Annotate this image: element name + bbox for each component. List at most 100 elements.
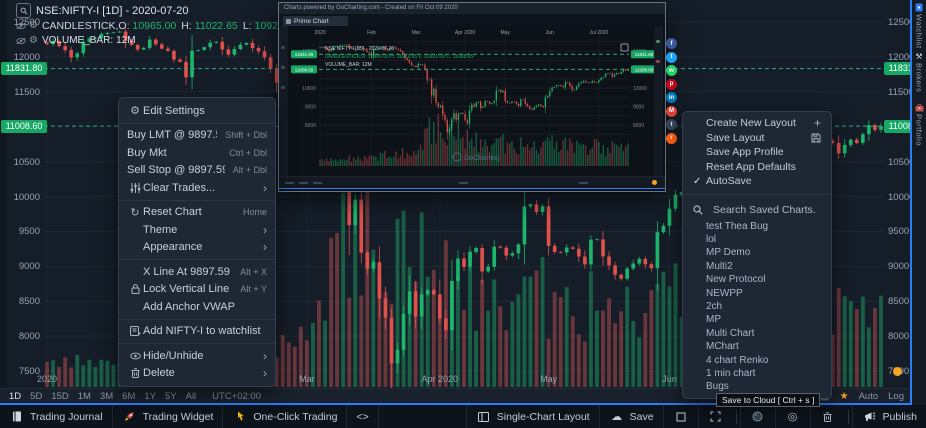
svg-text:Jul 2020: Jul 2020 bbox=[589, 30, 608, 36]
timeframe-5y[interactable]: 5Y bbox=[165, 391, 177, 402]
timeframe-all[interactable]: All bbox=[186, 391, 197, 402]
search-input[interactable] bbox=[711, 203, 825, 217]
button-label: Publish bbox=[883, 411, 917, 423]
eye-slash-icon[interactable] bbox=[16, 37, 26, 45]
saved-chart-multi2[interactable]: Multi2 bbox=[683, 260, 831, 273]
high-label: H: bbox=[181, 20, 192, 32]
share-tumblr-button[interactable]: t bbox=[666, 119, 677, 130]
submenu-arrow-icon: › bbox=[263, 183, 267, 193]
saved-chart-2ch[interactable]: 2ch bbox=[683, 300, 831, 313]
menu-item-buy-lmt-9897-59[interactable]: Buy LMT @ 9897.59Shift + Dbl bbox=[119, 127, 275, 145]
fullscreen-button[interactable] bbox=[698, 405, 733, 428]
eye-slash-icon[interactable] bbox=[16, 22, 26, 30]
layout-menu-item-autosave[interactable]: ✓AutoSave bbox=[683, 174, 831, 189]
one-click-trading-button[interactable]: One-Click Trading bbox=[223, 405, 347, 428]
menu-item-delete[interactable]: Delete› bbox=[119, 365, 275, 383]
gear-icon[interactable]: ⚙ bbox=[29, 36, 38, 46]
svg-text:11831.80: 11831.80 bbox=[635, 52, 654, 57]
trash-icon bbox=[820, 412, 836, 422]
saved-chart-mchart[interactable]: MChart bbox=[683, 340, 831, 353]
svg-text:9000: 9000 bbox=[633, 105, 644, 111]
layout-menu-item-save-app-profile[interactable]: Save App Profile bbox=[683, 145, 831, 160]
menu-item-reset-chart[interactable]: ↻Reset ChartHome bbox=[119, 204, 275, 222]
menu-item-label: Buy LMT @ 9897.59 bbox=[127, 129, 217, 141]
share-linkedin-button[interactable]: in bbox=[666, 92, 677, 103]
saved-chart-mp-demo[interactable]: MP Demo bbox=[683, 246, 831, 259]
trading-widget-button[interactable]: Trading Widget bbox=[113, 405, 224, 428]
svg-text:NSE:NIFTY-I [1D] - 2020-07-20: NSE:NIFTY-I [1D] - 2020-07-20 bbox=[325, 46, 395, 52]
notification-dot[interactable] bbox=[893, 367, 902, 376]
share-reddit-button[interactable]: r bbox=[666, 133, 677, 144]
timeframe-3m[interactable]: 3M bbox=[100, 391, 113, 402]
share-facebook-button[interactable]: f bbox=[666, 38, 677, 49]
save-button[interactable]: ☁Save bbox=[599, 405, 663, 428]
menu-separator bbox=[119, 123, 275, 124]
timeframe-5d[interactable]: 5D bbox=[30, 391, 42, 402]
single-chart-layout-button[interactable]: Single-Chart Layout bbox=[466, 405, 599, 428]
sidebar-tab-watchlist[interactable]: Watchlist bbox=[912, 3, 926, 49]
sidebar-tab-portfolio[interactable]: Portfolio bbox=[912, 104, 926, 146]
saved-chart-1-min-chart[interactable]: 1 min chart bbox=[683, 367, 831, 380]
menu-item-label: Sell Stop @ 9897.59 bbox=[127, 164, 225, 176]
timeframe-1y[interactable]: 1Y bbox=[144, 391, 156, 402]
layout-menu-item-create-new-layout[interactable]: Create New Layout+ bbox=[683, 116, 831, 131]
menu-item-buy-mkt[interactable]: Buy MktCtrl + Dbl bbox=[119, 144, 275, 162]
saved-chart-4-chart-renko[interactable]: 4 chart Renko bbox=[683, 353, 831, 366]
saved-chart-lol[interactable]: lol bbox=[683, 233, 831, 246]
timezone-label[interactable]: UTC+02:00 bbox=[212, 391, 261, 402]
trading-journal-button[interactable]: Trading Journal bbox=[0, 405, 113, 428]
saved-chart-multi-chart[interactable]: Multi Chart bbox=[683, 327, 831, 340]
publish-button[interactable]: Publish bbox=[852, 405, 926, 428]
saved-chart-test-thea-bug[interactable]: test Thea Bug bbox=[683, 220, 831, 233]
popup-tab-prime-chart[interactable]: Prime Chart bbox=[283, 16, 348, 26]
left-axis-tick: 8000 bbox=[6, 331, 40, 342]
menu-item-label: Delete bbox=[143, 367, 255, 379]
layout-menu-item-save-layout[interactable]: Save Layout bbox=[683, 131, 831, 146]
menu-item-appearance[interactable]: Appearance› bbox=[119, 239, 275, 257]
eye-icon bbox=[127, 352, 143, 360]
svg-text:10000: 10000 bbox=[302, 86, 316, 92]
target-button[interactable]: ◎ bbox=[775, 405, 810, 428]
favorite-star-icon[interactable]: ★ bbox=[840, 391, 849, 402]
menu-item-theme[interactable]: Theme› bbox=[119, 221, 275, 239]
menu-item-x-line-at-9897-59[interactable]: X Line At 9897.59Alt + X bbox=[119, 263, 275, 281]
screenshot-button[interactable] bbox=[663, 405, 698, 428]
share-twitter-button[interactable]: t bbox=[666, 52, 677, 63]
layout-menu-item-label: Save Layout bbox=[706, 132, 811, 144]
button-label: Save bbox=[630, 411, 654, 423]
share-pinterest-button[interactable]: p bbox=[666, 79, 677, 90]
menu-item-edit-settings[interactable]: ⚙Edit Settings bbox=[119, 102, 275, 120]
svg-text:2020: 2020 bbox=[37, 374, 57, 384]
share-whatsapp-button[interactable]: w bbox=[666, 65, 677, 76]
menu-item-lock-vertical-line[interactable]: Lock Vertical LineAlt + Y bbox=[119, 281, 275, 299]
layout-menu-item-reset-app-defaults[interactable]: Reset App Defaults bbox=[683, 160, 831, 175]
menu-item-sell-stop-9897-59[interactable]: Sell Stop @ 9897.59Alt + Dbl bbox=[119, 162, 275, 180]
menu-item-add-nifty-i-to-watchlist[interactable]: Add NIFTY-I to watchlist bbox=[119, 323, 275, 341]
saved-charts-search[interactable] bbox=[683, 200, 831, 220]
trash-button[interactable] bbox=[810, 405, 845, 428]
menu-item-hide-unhide[interactable]: Hide/Unhide› bbox=[119, 347, 275, 365]
menu-item-add-anchor-vwap[interactable]: Add Anchor VWAP bbox=[119, 298, 275, 316]
toggle-auto[interactable]: Auto bbox=[859, 391, 879, 402]
layout-menu-items: Create New Layout+Save LayoutSave App Pr… bbox=[683, 116, 831, 189]
svg-text:Mar: Mar bbox=[299, 374, 315, 384]
timeframe-1m[interactable]: 1M bbox=[78, 391, 91, 402]
share-gmail-button[interactable]: M bbox=[666, 106, 677, 117]
gear-icon[interactable]: ⚙ bbox=[29, 21, 38, 31]
toolbar-divider bbox=[848, 410, 849, 424]
timeframe-15d[interactable]: 15D bbox=[51, 391, 68, 402]
sidebar-tab-brokers[interactable]: ⚒Brokers bbox=[912, 52, 926, 92]
saved-chart-newpp[interactable]: NEWPP bbox=[683, 286, 831, 299]
toggle-log[interactable]: Log bbox=[888, 391, 904, 402]
timeframe-1d[interactable]: 1D bbox=[9, 391, 21, 402]
popup-mini-chart: 2020FebMarApr 2020MayJunJul 202012000120… bbox=[279, 26, 663, 176]
menu-item-clear-trades[interactable]: Clear Trades...› bbox=[119, 179, 275, 197]
saved-chart-new-protocol[interactable]: New Protocol bbox=[683, 273, 831, 286]
sphere-button[interactable] bbox=[740, 405, 775, 428]
saved-chart-bugs[interactable]: Bugs bbox=[683, 380, 831, 393]
timeframe-6m[interactable]: 6M bbox=[122, 391, 135, 402]
item-button[interactable]: <> bbox=[347, 405, 378, 428]
saved-chart-mp[interactable]: MP bbox=[683, 313, 831, 326]
svg-text:Jun: Jun bbox=[546, 30, 554, 36]
menu-item-label: Buy Mkt bbox=[127, 147, 221, 159]
